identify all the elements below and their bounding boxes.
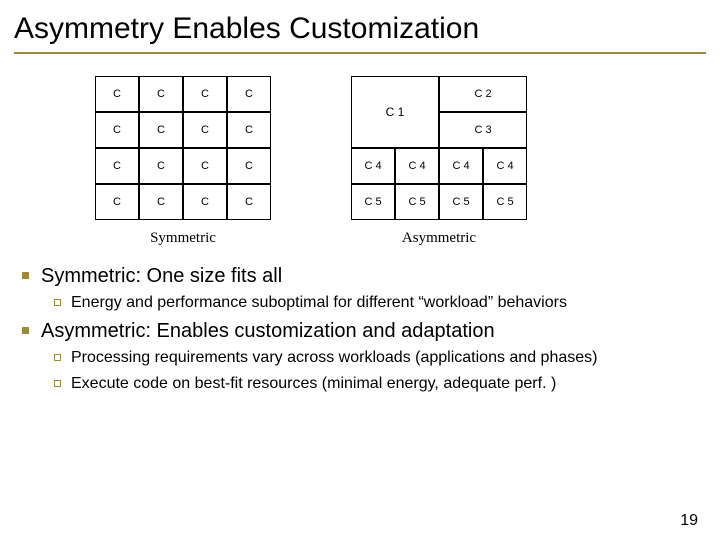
bullet-hollow-square-icon bbox=[54, 354, 61, 361]
sym-cell: C bbox=[183, 112, 227, 148]
asym-cell: C 4 bbox=[439, 148, 483, 184]
asym-cell: C 5 bbox=[395, 184, 439, 220]
sym-cell: C bbox=[139, 76, 183, 112]
sym-cell: C bbox=[95, 112, 139, 148]
bullet-text: Processing requirements vary across work… bbox=[71, 349, 597, 367]
sym-cell: C bbox=[95, 184, 139, 220]
bullet-text: Symmetric: One size fits all bbox=[41, 265, 282, 288]
bullet-hollow-square-icon bbox=[54, 380, 61, 387]
bullet-l2: Execute code on best-fit resources (mini… bbox=[54, 375, 720, 393]
symmetric-caption: Symmetric bbox=[95, 230, 271, 247]
bullet-hollow-square-icon bbox=[54, 299, 61, 306]
bullet-text: Execute code on best-fit resources (mini… bbox=[71, 375, 556, 393]
sym-cell: C bbox=[95, 76, 139, 112]
grid-row: C C C C C C C C C C C C C C C C C 1 C 2 … bbox=[0, 54, 720, 220]
sym-cell: C bbox=[183, 184, 227, 220]
sym-cell: C bbox=[139, 184, 183, 220]
sym-cell: C bbox=[227, 148, 271, 184]
page-number: 19 bbox=[680, 512, 698, 530]
asym-c3: C 3 bbox=[439, 112, 527, 148]
slide-title: Asymmetry Enables Customization bbox=[0, 0, 720, 52]
bullet-text: Energy and performance suboptimal for di… bbox=[71, 294, 567, 312]
bullet-l1: Asymmetric: Enables customization and ad… bbox=[22, 320, 720, 343]
asym-cell: C 4 bbox=[483, 148, 527, 184]
bullet-l1: Symmetric: One size fits all bbox=[22, 265, 720, 288]
sym-cell: C bbox=[227, 184, 271, 220]
sym-cell: C bbox=[227, 76, 271, 112]
bullet-l2: Energy and performance suboptimal for di… bbox=[54, 294, 720, 312]
asym-cell: C 5 bbox=[351, 184, 395, 220]
asymmetric-grid: C 1 C 2 C 3 C 4 C 4 C 4 C 4 C 5 C 5 C 5 … bbox=[351, 76, 527, 220]
asym-cell: C 5 bbox=[439, 184, 483, 220]
sym-cell: C bbox=[139, 148, 183, 184]
asym-cell: C 5 bbox=[483, 184, 527, 220]
sym-cell: C bbox=[95, 148, 139, 184]
asym-c1: C 1 bbox=[351, 76, 439, 148]
asym-cell: C 4 bbox=[395, 148, 439, 184]
bullet-text: Asymmetric: Enables customization and ad… bbox=[41, 320, 495, 343]
bullet-block: Symmetric: One size fits all Energy and … bbox=[0, 247, 720, 393]
sym-cell: C bbox=[183, 148, 227, 184]
asymmetric-caption: Asymmetric bbox=[351, 230, 527, 247]
sym-cell: C bbox=[139, 112, 183, 148]
sym-cell: C bbox=[183, 76, 227, 112]
asym-cell: C 4 bbox=[351, 148, 395, 184]
sym-cell: C bbox=[227, 112, 271, 148]
bullet-square-icon bbox=[22, 272, 29, 279]
asym-c2: C 2 bbox=[439, 76, 527, 112]
bullet-l2: Processing requirements vary across work… bbox=[54, 349, 720, 367]
symmetric-grid: C C C C C C C C C C C C C C C C bbox=[95, 76, 271, 220]
bullet-square-icon bbox=[22, 327, 29, 334]
caption-row: Symmetric Asymmetric bbox=[0, 220, 720, 247]
